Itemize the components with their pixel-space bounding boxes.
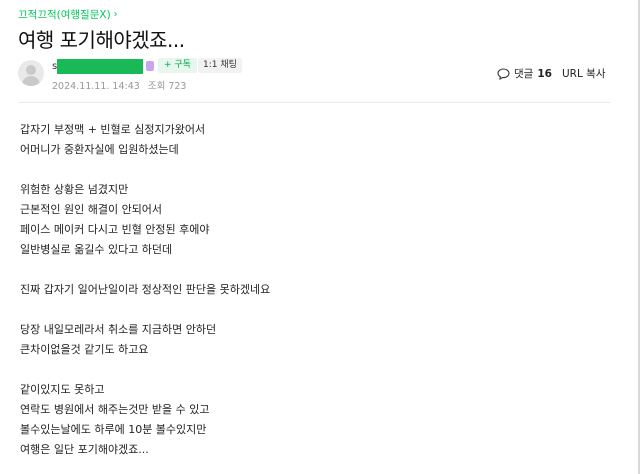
post-body-line: 여행은 일단 포기해야겠죠... — [20, 443, 149, 456]
avatar-body-shape — [22, 76, 40, 86]
post-body-line: 어머니가 중환자실에 입원하셨는데 — [20, 143, 179, 156]
post-datetime: 2024.11.11. 14:43 — [52, 81, 140, 92]
post-body: 갑자기 부정맥 + 빈혈로 심정지가왔어서 어머니가 중환자실에 입원하셨는데 … — [20, 120, 610, 460]
comment-button[interactable]: 댓글 16 — [497, 66, 552, 81]
post-body-line: 연락도 병원에서 해주는것만 받을 수 있고 — [20, 403, 210, 416]
comment-count: 16 — [537, 67, 552, 80]
post-body-line: 근본적인 원인 해결이 안되어서 — [20, 203, 163, 216]
page-title: 여행 포기해야겠죠... — [18, 28, 185, 52]
post-body-line: 진짜 갑자기 일어난일이라 정상적인 판단을 못하겠네요 — [20, 283, 271, 296]
post-body-line — [20, 360, 610, 380]
comment-bubble-icon — [497, 67, 510, 80]
comment-label: 댓글 — [514, 68, 534, 80]
post-body-line: 일반병실로 옮길수 있다고 하던데 — [20, 243, 173, 256]
post-body-line — [20, 160, 610, 180]
post-body-line: 같이있지도 못하고 — [20, 383, 105, 396]
post-body-line: 큰차이없을것 같기도 하고요 — [20, 343, 149, 356]
chat-button[interactable]: 1:1 채팅 — [198, 58, 242, 73]
post-body-line: 페이스 메이커 다시고 빈혈 안정된 후에야 — [20, 223, 210, 236]
avatar[interactable] — [18, 60, 44, 86]
category-label: 끄적끄적(여행질문X) — [18, 9, 111, 21]
post-body-line: 위험한 상황은 넘겼지만 — [20, 183, 129, 196]
member-level-badge-icon — [146, 61, 154, 71]
header-divider — [18, 102, 610, 103]
post-meta: 2024.11.11. 14:43 조회 723 — [52, 78, 191, 92]
post-body-line: 갑자기 부정맥 + 빈혈로 심정지가왔어서 — [20, 123, 206, 136]
avatar-head-shape — [26, 65, 36, 75]
view-count: 조회 723 — [147, 81, 187, 92]
author-name-redaction — [57, 59, 143, 74]
post-body-line — [20, 260, 610, 280]
chevron-right-icon: › — [113, 9, 118, 20]
url-copy-button[interactable]: URL 복사 — [562, 66, 606, 81]
post-body-line: 당장 내일모레라서 취소를 지금하면 안하던 — [20, 323, 217, 336]
follow-button[interactable]: + 구독 — [158, 58, 197, 73]
post-body-line — [20, 300, 610, 320]
category-link[interactable]: 끄적끄적(여행질문X) › — [18, 7, 118, 22]
post-body-line: 볼수있는날에도 하루에 10분 볼수있지만 — [20, 423, 207, 436]
